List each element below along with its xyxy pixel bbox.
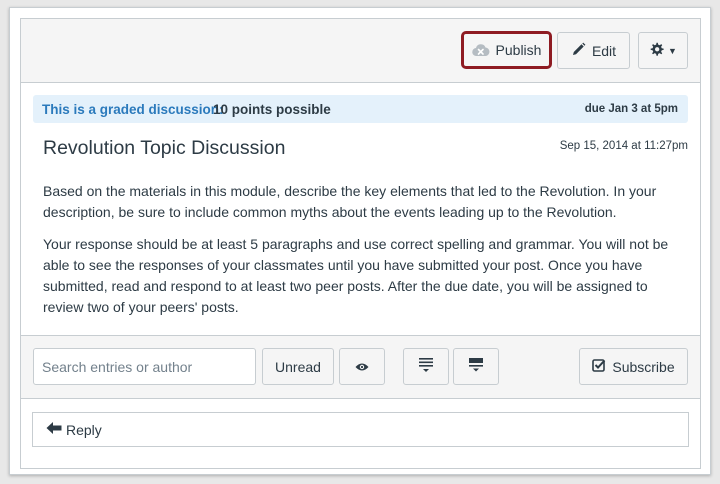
collapse-icon [418,357,434,376]
due-date: due Jan 3 at 5pm [584,103,678,115]
discussion-body: Based on the materials in this module, d… [43,181,683,329]
mark-read-button[interactable] [339,348,385,385]
discussion-panel: Publish Edit ▼ This is a graded discussi… [20,18,701,469]
unread-button[interactable]: Unread [262,348,334,385]
gear-icon [649,42,664,60]
discussion-toolbar: Publish Edit ▼ [21,19,700,83]
discussion-controls: Unread [21,335,700,399]
expand-icon [468,357,484,376]
body-paragraph: Your response should be at least 5 parag… [43,236,669,315]
collapse-replies-button[interactable] [403,348,449,385]
reply-button[interactable]: Reply [32,412,689,447]
graded-discussion-banner: This is a graded discussion: 10 points p… [33,95,688,123]
body-paragraph: Based on the materials in this module, d… [43,183,657,220]
subscribe-button[interactable]: Subscribe [579,348,688,385]
posted-date: Sep 15, 2014 at 11:27pm [559,140,688,152]
unread-label: Unread [275,358,321,375]
edit-label: Edit [591,42,617,59]
publish-label: Publish [495,42,542,58]
cloud-icon [471,43,490,57]
checkbox-icon [592,358,606,375]
publish-button[interactable]: Publish [461,31,552,69]
search-input[interactable] [33,348,256,385]
reply-label: Reply [66,421,102,438]
expand-replies-button[interactable] [453,348,499,385]
eye-icon [355,359,369,375]
graded-label: This is a graded discussion: [42,102,224,117]
subscribe-label: Subscribe [612,358,675,375]
reply-arrow-icon [46,421,62,438]
chevron-down-icon: ▼ [668,45,677,56]
edit-button[interactable]: Edit [557,32,630,69]
discussion-title: Revolution Topic Discussion [43,137,286,159]
pencil-icon [571,42,586,60]
settings-menu-button[interactable]: ▼ [638,32,688,69]
window-frame: Publish Edit ▼ This is a graded discussi… [9,7,711,475]
points-possible: 10 points possible [213,102,331,117]
